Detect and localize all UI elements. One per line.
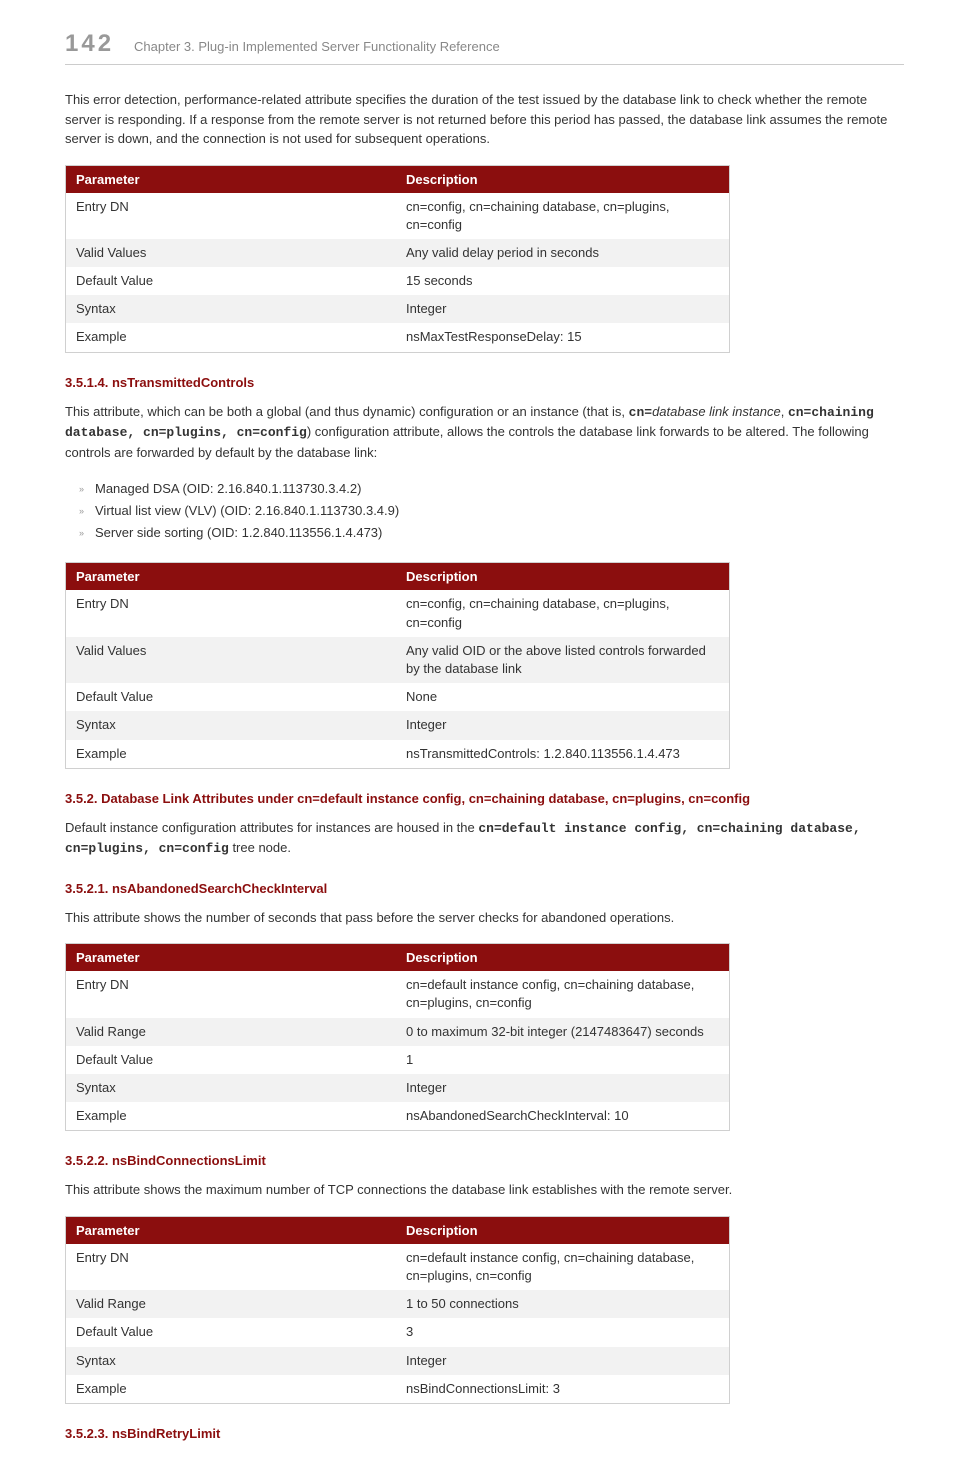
para-code: cn=: [629, 405, 652, 420]
table-cell: nsBindConnectionsLimit: 3: [396, 1375, 730, 1404]
table-header-description: Description: [396, 165, 730, 193]
table-cell: cn=default instance config, cn=chaining …: [396, 1244, 730, 1290]
page-header: 142 Chapter 3. Plug-in Implemented Serve…: [65, 30, 904, 65]
table-cell: Default Value: [66, 1046, 397, 1074]
section-heading-35-2-1: 3.5.2.1. nsAbandonedSearchCheckInterval: [65, 881, 904, 896]
table-header-description: Description: [396, 944, 730, 972]
table-cell: Entry DN: [66, 193, 397, 239]
table-header-parameter: Parameter: [66, 563, 397, 591]
table-nsTransmittedControls: Parameter Description Entry DNcn=config,…: [65, 562, 730, 768]
table-cell: Example: [66, 1102, 397, 1131]
table-cell: Syntax: [66, 1074, 397, 1102]
section-heading-35-2: 3.5.2. Database Link Attributes under cn…: [65, 791, 904, 806]
table-header-parameter: Parameter: [66, 944, 397, 972]
table-header-parameter: Parameter: [66, 165, 397, 193]
section-para-35-2-1: This attribute shows the number of secon…: [65, 908, 904, 928]
para-text: ,: [781, 404, 788, 419]
table-cell: Any valid OID or the above listed contro…: [396, 637, 730, 683]
table-nsAbandonedSearchCheckInterval: Parameter Description Entry DNcn=default…: [65, 943, 730, 1131]
table-cell: nsMaxTestResponseDelay: 15: [396, 323, 730, 352]
table-cell: 0 to maximum 32-bit integer (2147483647)…: [396, 1018, 730, 1046]
page-number: 142: [65, 30, 114, 58]
table-cell: 3: [396, 1318, 730, 1346]
table-header-description: Description: [396, 563, 730, 591]
table-cell: Example: [66, 323, 397, 352]
controls-list: Managed DSA (OID: 2.16.840.1.113730.3.4.…: [65, 478, 904, 544]
table-cell: Any valid delay period in seconds: [396, 239, 730, 267]
table-cell: Valid Range: [66, 1018, 397, 1046]
table-cell: Example: [66, 1375, 397, 1404]
section-para-35-2-2: This attribute shows the maximum number …: [65, 1180, 904, 1200]
table-cell: Entry DN: [66, 971, 397, 1017]
table-header-description: Description: [396, 1216, 730, 1244]
table-cell: Default Value: [66, 683, 397, 711]
table-cell: Integer: [396, 1074, 730, 1102]
section-heading-35-2-3: 3.5.2.3. nsBindRetryLimit: [65, 1426, 904, 1441]
para-italic: database link instance: [652, 404, 781, 419]
table-cell: nsAbandonedSearchCheckInterval: 10: [396, 1102, 730, 1131]
table-cell: cn=config, cn=chaining database, cn=plug…: [396, 193, 730, 239]
table-cell: 1 to 50 connections: [396, 1290, 730, 1318]
list-item: Virtual list view (VLV) (OID: 2.16.840.1…: [95, 500, 904, 522]
table-cell: nsTransmittedControls: 1.2.840.113556.1.…: [396, 740, 730, 769]
para-text: This attribute, which can be both a glob…: [65, 404, 629, 419]
table-cell: Valid Values: [66, 239, 397, 267]
table-cell: None: [396, 683, 730, 711]
table-cell: Integer: [396, 295, 730, 323]
table-cell: Valid Range: [66, 1290, 397, 1318]
table-cell: Syntax: [66, 295, 397, 323]
table-cell: Example: [66, 740, 397, 769]
table-cell: cn=default instance config, cn=chaining …: [396, 971, 730, 1017]
table-nsMaxTestResponseDelay: Parameter Description Entry DNcn=config,…: [65, 165, 730, 353]
table-cell: 1: [396, 1046, 730, 1074]
table-cell: Syntax: [66, 711, 397, 739]
section-heading-35-1-4: 3.5.1.4. nsTransmittedControls: [65, 375, 904, 390]
list-item: Managed DSA (OID: 2.16.840.1.113730.3.4.…: [95, 478, 904, 500]
para-text: tree node.: [229, 840, 291, 855]
section-para-35-1-4: This attribute, which can be both a glob…: [65, 402, 904, 463]
table-cell: cn=config, cn=chaining database, cn=plug…: [396, 590, 730, 636]
table-nsBindConnectionsLimit: Parameter Description Entry DNcn=default…: [65, 1216, 730, 1404]
table-cell: Integer: [396, 711, 730, 739]
table-cell: Entry DN: [66, 590, 397, 636]
table-cell: 15 seconds: [396, 267, 730, 295]
table-header-parameter: Parameter: [66, 1216, 397, 1244]
section-heading-35-2-2: 3.5.2.2. nsBindConnectionsLimit: [65, 1153, 904, 1168]
intro-paragraph: This error detection, performance-relate…: [65, 90, 904, 149]
list-item: Server side sorting (OID: 1.2.840.113556…: [95, 522, 904, 544]
table-cell: Valid Values: [66, 637, 397, 683]
table-cell: Default Value: [66, 267, 397, 295]
chapter-title: Chapter 3. Plug-in Implemented Server Fu…: [134, 39, 500, 54]
table-cell: Default Value: [66, 1318, 397, 1346]
table-cell: Entry DN: [66, 1244, 397, 1290]
section-para-35-2: Default instance configuration attribute…: [65, 818, 904, 859]
para-text: Default instance configuration attribute…: [65, 820, 478, 835]
